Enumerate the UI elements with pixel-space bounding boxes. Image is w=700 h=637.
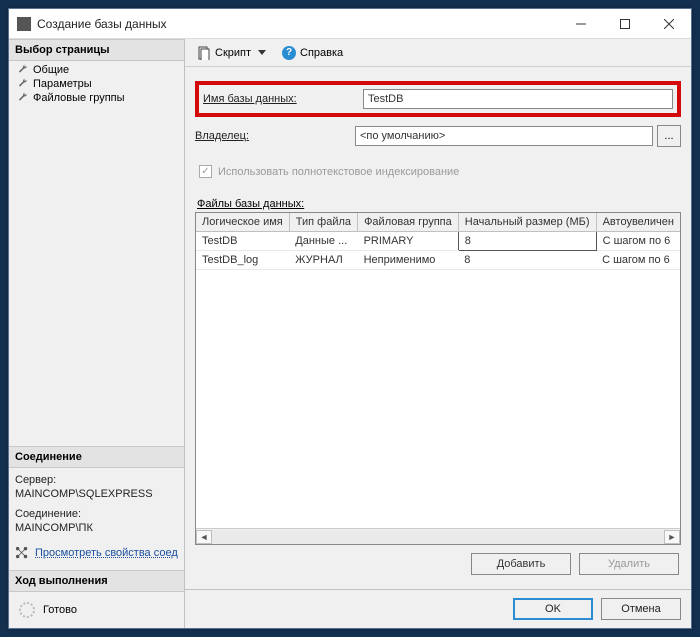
connection-label: Соединение: bbox=[15, 508, 178, 520]
grid-scrollbar-horizontal[interactable]: ◄ ► bbox=[196, 528, 680, 544]
col-autogrow[interactable]: Автоувеличен bbox=[596, 213, 680, 232]
grid-row[interactable]: TestDB_log ЖУРНАЛ Неприменимо 8 С шагом … bbox=[196, 251, 680, 270]
page-select-header: Выбор страницы bbox=[9, 39, 184, 61]
connection-header: Соединение bbox=[9, 446, 184, 468]
wrench-icon bbox=[17, 92, 29, 104]
toolbar: Скрипт ? Справка bbox=[185, 39, 691, 67]
connection-value: MAINCOMP\ПК bbox=[15, 522, 178, 534]
col-initial-size[interactable]: Начальный размер (МБ) bbox=[458, 213, 596, 232]
cell-logical-name[interactable]: TestDB_log bbox=[196, 251, 289, 270]
col-logical-name[interactable]: Логическое имя bbox=[196, 213, 289, 232]
page-filegroups[interactable]: Файловые группы bbox=[9, 91, 184, 105]
sidebar: Выбор страницы Общие Параметры Файловые … bbox=[9, 39, 185, 628]
owner-label: Владелец: bbox=[195, 130, 355, 142]
db-name-input[interactable] bbox=[363, 89, 673, 109]
col-filegroup[interactable]: Файловая группа bbox=[358, 213, 459, 232]
cell-filegroup[interactable]: PRIMARY bbox=[358, 232, 459, 251]
view-connection-properties-link[interactable]: Просмотреть свойства соед bbox=[35, 547, 178, 559]
owner-browse-button[interactable]: ... bbox=[657, 125, 681, 147]
window-controls bbox=[559, 9, 691, 39]
grid-row[interactable]: TestDB Данные ... PRIMARY 8 С шагом по 6 bbox=[196, 232, 680, 251]
page-label: Файловые группы bbox=[33, 92, 125, 104]
grid-header-row: Логическое имя Тип файла Файловая группа… bbox=[196, 213, 680, 232]
main-pane: Скрипт ? Справка Имя базы данных: Владел… bbox=[185, 39, 691, 628]
db-name-label: Имя базы данных: bbox=[203, 93, 363, 105]
db-name-highlight: Имя базы данных: bbox=[195, 81, 681, 117]
page-general[interactable]: Общие bbox=[9, 63, 184, 77]
cell-autogrow[interactable]: С шагом по 6 bbox=[596, 251, 680, 270]
close-button[interactable] bbox=[647, 9, 691, 39]
titlebar: Создание базы данных bbox=[9, 9, 691, 39]
cell-initial-size[interactable]: 8 bbox=[458, 232, 596, 251]
files-grid[interactable]: Логическое имя Тип файла Файловая группа… bbox=[195, 212, 681, 545]
cell-file-type[interactable]: ЖУРНАЛ bbox=[289, 251, 357, 270]
scrollbar-right-button[interactable]: ► bbox=[664, 530, 680, 544]
progress-header: Ход выполнения bbox=[9, 570, 184, 592]
cell-logical-name[interactable]: TestDB bbox=[196, 232, 289, 251]
add-button[interactable]: Добавить bbox=[471, 553, 571, 575]
script-icon bbox=[197, 46, 211, 60]
help-label: Справка bbox=[300, 47, 343, 59]
new-database-dialog: Создание базы данных Выбор страницы Общи… bbox=[8, 8, 692, 629]
server-label: Сервер: bbox=[15, 474, 178, 486]
spinner-icon bbox=[19, 602, 35, 618]
cell-filegroup[interactable]: Неприменимо bbox=[358, 251, 459, 270]
server-value: MAINCOMP\SQLEXPRESS bbox=[15, 488, 178, 500]
remove-button[interactable]: Удалить bbox=[579, 553, 679, 575]
window-title: Создание базы данных bbox=[37, 17, 559, 31]
fulltext-checkbox: ✓ bbox=[199, 165, 212, 178]
minimize-button[interactable] bbox=[559, 9, 603, 39]
col-file-type[interactable]: Тип файла bbox=[289, 213, 357, 232]
page-options[interactable]: Параметры bbox=[9, 77, 184, 91]
node-icon bbox=[15, 546, 29, 560]
help-icon: ? bbox=[282, 46, 296, 60]
dropdown-icon bbox=[258, 50, 266, 55]
script-label: Скрипт bbox=[215, 47, 251, 59]
ok-button[interactable]: OK bbox=[513, 598, 593, 620]
progress-row: Готово bbox=[9, 592, 184, 628]
scrollbar-track[interactable] bbox=[212, 530, 664, 544]
progress-status: Готово bbox=[43, 604, 77, 616]
maximize-button[interactable] bbox=[603, 9, 647, 39]
connection-block: Сервер: MAINCOMP\SQLEXPRESS Соединение: … bbox=[9, 468, 184, 570]
owner-input[interactable]: <по умолчанию> bbox=[355, 126, 653, 146]
cell-initial-size[interactable]: 8 bbox=[458, 251, 596, 270]
script-dropdown[interactable]: Скрипт bbox=[191, 44, 272, 62]
wrench-icon bbox=[17, 64, 29, 76]
dialog-footer: OK Отмена bbox=[185, 589, 691, 628]
fulltext-checkbox-row: ✓ Использовать полнотекстовое индексиров… bbox=[199, 165, 681, 178]
wrench-icon bbox=[17, 78, 29, 90]
scrollbar-left-button[interactable]: ◄ bbox=[196, 530, 212, 544]
page-label: Общие bbox=[33, 64, 69, 76]
cancel-button[interactable]: Отмена bbox=[601, 598, 681, 620]
cell-autogrow[interactable]: С шагом по 6 bbox=[596, 232, 680, 251]
cell-file-type[interactable]: Данные ... bbox=[289, 232, 357, 251]
app-icon bbox=[17, 17, 31, 31]
page-label: Параметры bbox=[33, 78, 92, 90]
files-label: Файлы базы данных: bbox=[197, 198, 681, 210]
help-button[interactable]: ? Справка bbox=[276, 44, 349, 62]
fulltext-label: Использовать полнотекстовое индексирован… bbox=[218, 166, 459, 178]
